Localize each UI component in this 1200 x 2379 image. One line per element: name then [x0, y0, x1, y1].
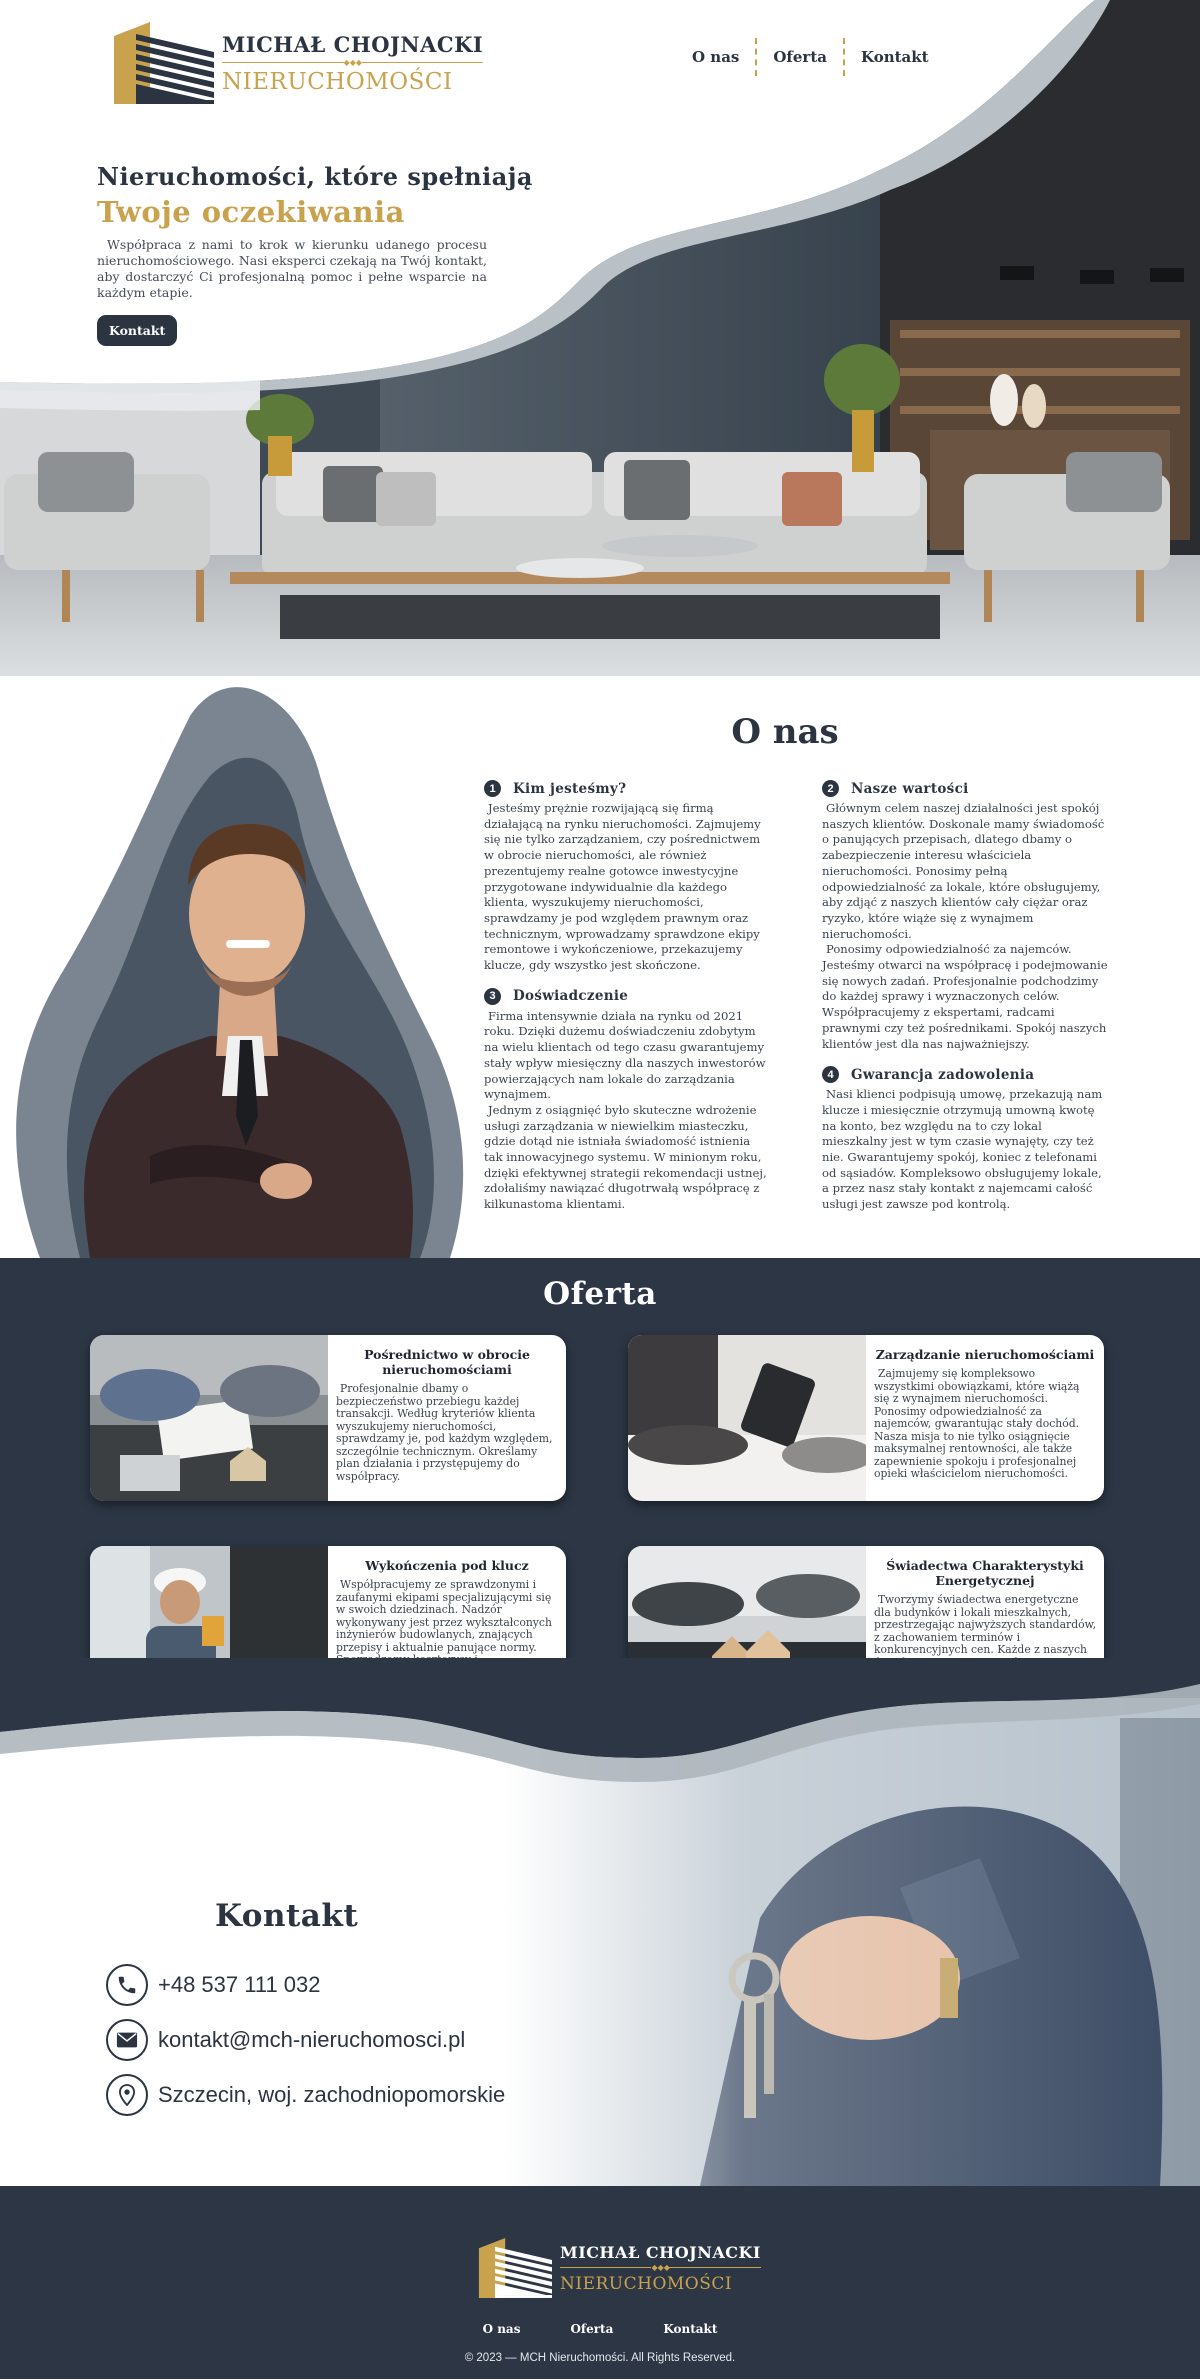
number-badge-icon: 3 [484, 987, 501, 1005]
offer-card-management[interactable]: Zarządzanie nieruchomościami Zajmujemy s… [628, 1335, 1104, 1501]
nav-link-o-nas[interactable]: O nas [676, 48, 755, 66]
hero-contact-button[interactable]: Kontakt [97, 315, 178, 346]
footer-brand-tagline: NIERUCHOMOŚCI [560, 2273, 733, 2294]
offer-card-brokerage[interactable]: Pośrednictwo w obrocie nieruchomościami … [90, 1335, 566, 1501]
offer-title: Oferta [543, 1276, 657, 1312]
hero-subtitle: Twoje oczekiwania [97, 195, 405, 229]
nav-link-oferta[interactable]: Oferta [757, 48, 843, 66]
hero-text-block: Nieruchomości, które spełniają Twoje ocz… [97, 162, 533, 346]
footer-copyright: © 2023 — MCH Nieruchomości. All Rights R… [464, 2352, 736, 2364]
footer-brand-logo[interactable]: MICHAŁ CHOJNACKI ◆◆◆ NIERUCHOMOŚCI [476, 2232, 761, 2304]
about-block-text: Ponosimy odpowiedzialność za najemców. J… [822, 942, 1108, 1051]
offer-card-title: Zarządzanie nieruchomościami [875, 1347, 1095, 1362]
number-badge-icon: 2 [822, 780, 839, 797]
about-title: O nas [731, 712, 839, 752]
footer-link-oferta[interactable]: Oferta [570, 2322, 613, 2336]
offer-card-title: Wykończenia pod klucz [365, 1558, 529, 1573]
brand-divider: ◆◆◆ [222, 58, 484, 67]
contact-address-row[interactable]: Szczecin, woj. zachodniopomorskie [106, 2074, 505, 2116]
location-pin-icon [106, 2074, 148, 2116]
brand-name: MICHAŁ CHOJNACKI [222, 31, 484, 57]
contact-email: kontakt@mch-nieruchomosci.pl [158, 2027, 466, 2052]
about-block-text: Głównym celem naszej działalności jest s… [822, 801, 1105, 941]
signing-documents-photo [90, 1335, 328, 1501]
contact-title: Kontakt [215, 1898, 359, 1934]
offer-card-description: Profesjonalnie dbamy o bezpieczeństwo pr… [336, 1382, 553, 1483]
nav-link-kontakt[interactable]: Kontakt [845, 48, 945, 66]
about-block-text: Jesteśmy prężnie rozwijającą się firmą d… [484, 801, 761, 973]
phone-icon [106, 1964, 148, 2006]
contact-address: Szczecin, woj. zachodniopomorskie [158, 2082, 506, 2107]
offer-card-title: Pośrednictwo w obrocie nieruchomościami [364, 1347, 530, 1377]
number-badge-icon: 1 [484, 780, 501, 797]
envelope-icon [106, 2019, 148, 2061]
hero-title: Nieruchomości, które spełniają [97, 162, 533, 191]
footer-link-kontakt[interactable]: Kontakt [663, 2322, 717, 2336]
about-block-text: Nasi klienci podpisują umowę, przekazują… [822, 1087, 1103, 1212]
about-block-who-we-are: 1 Kim jesteśmy? Jesteśmy prężnie rozwija… [484, 780, 770, 974]
about-block-values: 2 Nasze wartości Głównym celem naszej dz… [822, 780, 1108, 1052]
number-badge-icon: 4 [822, 1066, 839, 1084]
about-block-title: Kim jesteśmy? [513, 780, 627, 797]
about-block-text: Firma intensywnie działa na rynku od 202… [484, 1008, 766, 1102]
contact-email-row[interactable]: kontakt@mch-nieruchomosci.pl [106, 2019, 465, 2061]
contact-phone: +48 537 111 032 [158, 1972, 321, 1997]
offer-card-title: Świadectwa Charakterystyki Energetycznej [886, 1558, 1084, 1588]
building-logo-icon [114, 22, 214, 104]
contact-phone-row[interactable]: +48 537 111 032 [106, 1964, 321, 2006]
about-column-right: 2 Nasze wartości Głównym celem naszej dz… [822, 780, 1108, 1227]
footer-link-o-nas[interactable]: O nas [483, 2322, 521, 2336]
about-block-text: Jednym z osiągnięć było skuteczne wdroże… [484, 1102, 767, 1212]
about-section: O nas 1 Kim jesteśmy? Jesteśmy prężnie r… [0, 676, 1200, 1258]
brand-logo[interactable]: MICHAŁ CHOJNACKI ◆◆◆ NIERUCHOMOŚCI [110, 22, 484, 104]
footer-nav: O nas Oferta Kontakt [0, 2322, 1200, 2336]
contact-section: Kontakt +48 537 111 032 kontakt@mch-nier… [0, 1658, 1200, 2186]
about-block-title: Doświadczenie [513, 988, 629, 1005]
about-block-title: Nasze wartości [851, 780, 969, 797]
footer-brand-name: MICHAŁ CHOJNACKI [560, 2242, 761, 2262]
about-block-title: Gwarancja zadowolenia [851, 1066, 1035, 1083]
about-block-experience: 3 Doświadczenie Firma intensywnie działa… [484, 987, 770, 1213]
footer: MICHAŁ CHOJNACKI ◆◆◆ NIERUCHOMOŚCI O nas… [0, 2186, 1200, 2379]
brand-divider: ◆◆◆ [560, 2263, 761, 2272]
hero-description: Współpraca z nami to krok w kierunku uda… [97, 237, 487, 300]
hero-section: MICHAŁ CHOJNACKI ◆◆◆ NIERUCHOMOŚCI O nas… [0, 0, 1200, 676]
main-nav: O nas Oferta Kontakt [676, 38, 945, 76]
about-column-left: 1 Kim jesteśmy? Jesteśmy prężnie rozwija… [484, 780, 770, 1227]
offer-card-description: Zajmujemy się kompleksowo wszystkimi obo… [874, 1367, 1080, 1480]
brand-tagline: NIERUCHOMOŚCI [222, 68, 453, 95]
agent-portrait-photo [16, 687, 464, 1258]
building-logo-icon [478, 2238, 552, 2298]
about-block-guarantee: 4 Gwarancja zadowolenia Nasi klienci pod… [822, 1066, 1108, 1213]
offer-section: Oferta Pośrednictwo w obrocie nieruchomo… [0, 1258, 1200, 1712]
tablet-meeting-photo [628, 1335, 866, 1501]
